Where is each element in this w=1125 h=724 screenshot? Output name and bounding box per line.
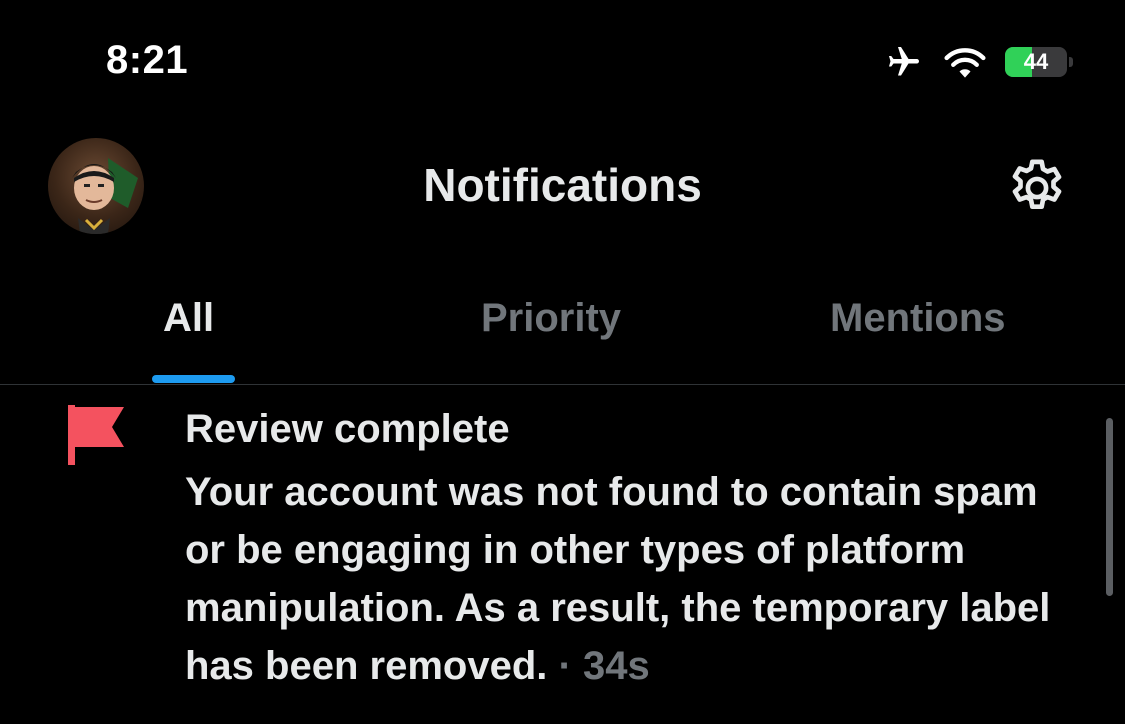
page-title: Notifications (423, 159, 702, 211)
status-icons: 44 (883, 44, 1073, 80)
scrollbar[interactable] (1106, 418, 1113, 596)
battery-cap (1069, 57, 1073, 67)
flag-icon (68, 405, 124, 465)
status-time: 8:21 (106, 38, 189, 82)
notification-time: 34s (582, 644, 650, 688)
tab-mentions[interactable]: Mentions (830, 296, 1006, 341)
gear-icon[interactable] (1004, 155, 1070, 221)
notification-body: Your account was not found to contain sp… (185, 463, 1065, 695)
time-separator: · (558, 644, 572, 688)
notification-item[interactable]: Review complete Your account was not fou… (0, 385, 1125, 724)
app-screen: 8:21 44 Notifications All Priority Menti… (0, 0, 1125, 724)
tab-bar: All Priority Mentions (0, 280, 1125, 384)
tab-priority[interactable]: Priority (481, 296, 621, 341)
notification-title: Review complete (185, 407, 510, 451)
airplane-icon (889, 47, 919, 76)
battery-level: 44 (1023, 49, 1049, 74)
active-tab-indicator (152, 375, 235, 383)
wifi-icon (944, 48, 986, 78)
tab-all[interactable]: All (163, 296, 214, 341)
battery-icon: 44 (1005, 47, 1073, 77)
